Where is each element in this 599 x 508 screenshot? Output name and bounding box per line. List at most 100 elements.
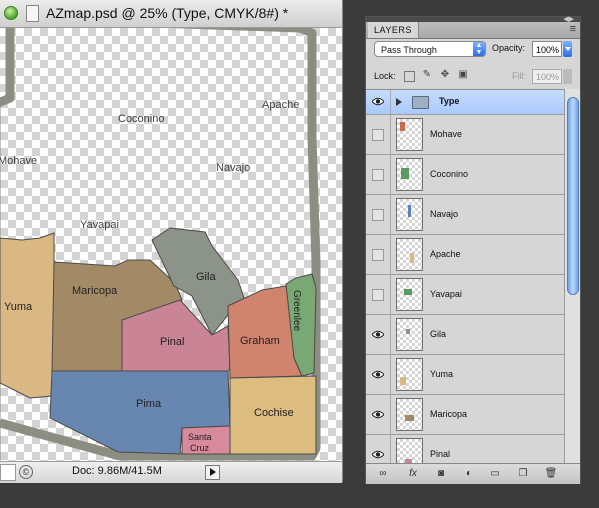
- layer-row[interactable]: Yuma: [366, 355, 564, 395]
- label-coconino: Coconino: [118, 113, 164, 125]
- link-icon[interactable]: ∞: [376, 467, 390, 480]
- visibility-toggle[interactable]: [366, 90, 391, 114]
- label-maricopa: Maricopa: [72, 285, 118, 297]
- layer-row[interactable]: Yavapai: [366, 275, 564, 315]
- window-zoom-button[interactable]: [4, 6, 18, 20]
- layer-name: Yuma: [430, 369, 454, 379]
- visibility-toggle[interactable]: [366, 355, 391, 394]
- layer-name: Coconino: [430, 169, 469, 179]
- visibility-toggle[interactable]: [366, 155, 391, 194]
- layers-panel: ◀▶ LAYERS ≡ Pass Through ▲ ▼ Opacity: 100…: [365, 16, 581, 484]
- layer-name: Yavapai: [430, 289, 462, 299]
- layer-row[interactable]: Coconino: [366, 155, 564, 195]
- layer-name: Gila: [430, 329, 447, 339]
- select-arrows-icon: ▲ ▼: [473, 42, 485, 56]
- panel-footer: ∞ fx ◙ ◐ ▭ ❐ 🗑: [366, 463, 580, 484]
- layer-thumbnail-shape: [400, 377, 406, 385]
- layer-row[interactable]: Maricopa: [366, 395, 564, 435]
- opacity-label: Opacity:: [492, 43, 526, 53]
- visibility-toggle[interactable]: [366, 435, 391, 464]
- layer-thumbnail: [396, 438, 423, 464]
- new-group-icon[interactable]: ▭: [488, 467, 502, 480]
- blend-mode-select[interactable]: Pass Through ▲ ▼: [374, 41, 486, 57]
- status-menu-arrow-icon[interactable]: [205, 465, 220, 480]
- scrollbar-thumb[interactable]: [567, 97, 579, 295]
- layer-name: Type: [439, 96, 460, 106]
- visibility-toggle[interactable]: [366, 115, 391, 154]
- layer-group-row[interactable]: Type: [366, 90, 564, 115]
- opacity-input[interactable]: 100%: [532, 41, 562, 57]
- layer-thumbnail-shape: [410, 253, 414, 263]
- fx-icon[interactable]: fx: [406, 467, 420, 480]
- fill-label: Fill:: [512, 71, 526, 81]
- layer-row[interactable]: Pinal: [366, 435, 564, 464]
- layer-thumbnail-shape: [406, 329, 410, 334]
- eye-icon: [372, 97, 384, 106]
- new-layer-icon[interactable]: ❐: [516, 467, 530, 480]
- layer-name: Maricopa: [430, 409, 468, 419]
- label-santa-cruz-line1: Santa: [188, 432, 212, 442]
- expand-triangle-icon[interactable]: [396, 98, 402, 106]
- blend-mode-value: Pass Through: [381, 45, 437, 55]
- layer-thumbnail: [396, 158, 423, 191]
- label-cochise: Cochise: [254, 407, 294, 419]
- lock-image-icon[interactable]: ✎: [421, 69, 433, 81]
- hidden-visibility-box: [372, 289, 384, 301]
- tab-layers[interactable]: LAYERS: [368, 22, 419, 38]
- visibility-toggle[interactable]: [366, 395, 391, 434]
- eye-icon: [372, 450, 384, 459]
- layer-thumbnail: [396, 318, 423, 351]
- lock-position-icon[interactable]: ✥: [439, 69, 451, 81]
- label-navajo: Navajo: [216, 162, 250, 174]
- hidden-visibility-box: [372, 129, 384, 141]
- fill-dropdown-icon[interactable]: [563, 69, 572, 84]
- trash-icon[interactable]: 🗑: [544, 467, 558, 480]
- layer-thumbnail-shape: [404, 289, 412, 295]
- label-yavapai: Yavapai: [80, 219, 119, 231]
- zoom-level-field[interactable]: [0, 464, 16, 481]
- lock-all-icon[interactable]: ▣: [457, 69, 469, 81]
- label-graham: Graham: [240, 335, 280, 347]
- layer-thumbnail: [396, 118, 423, 151]
- document-icon: [26, 5, 39, 22]
- label-santa-cruz-line2: Cruz: [190, 443, 210, 453]
- panel-tab-bar: LAYERS ≡: [366, 22, 580, 39]
- visibility-toggle[interactable]: [366, 195, 391, 234]
- lock-transparent-icon[interactable]: [404, 71, 415, 82]
- document-title-bar[interactable]: AZmap.psd @ 25% (Type, CMYK/8#) *: [0, 0, 342, 28]
- opacity-dropdown-icon[interactable]: [563, 41, 572, 57]
- county-yuma[interactable]: [0, 232, 55, 399]
- layer-row[interactable]: Navajo: [366, 195, 564, 235]
- fill-input[interactable]: 100%: [532, 69, 562, 84]
- visibility-toggle[interactable]: [366, 275, 391, 314]
- eye-icon: [372, 370, 384, 379]
- label-gila: Gila: [196, 271, 216, 283]
- layers-scrollbar[interactable]: [564, 89, 580, 463]
- layer-row[interactable]: Apache: [366, 235, 564, 275]
- layer-thumbnail: [396, 278, 423, 311]
- layer-thumbnail: [396, 238, 423, 271]
- layer-name: Mohave: [430, 129, 463, 139]
- label-greenlee: Greenlee: [291, 290, 302, 332]
- layer-name: Navajo: [430, 209, 459, 219]
- visibility-toggle[interactable]: [366, 315, 391, 354]
- label-mohave: Mohave: [0, 155, 37, 167]
- mask-icon[interactable]: ◙: [434, 467, 448, 480]
- document-size-info: Doc: 9.86M/41.5M: [72, 465, 162, 477]
- panel-menu-icon[interactable]: ≡: [570, 23, 576, 35]
- document-window: AZmap.psd @ 25% (Type, CMYK/8#) * Apache…: [0, 0, 343, 483]
- hidden-visibility-box: [372, 169, 384, 181]
- eye-icon: [372, 330, 384, 339]
- layer-thumbnail-shape: [401, 168, 409, 179]
- layer-thumbnail: [396, 198, 423, 231]
- hidden-visibility-box: [372, 249, 384, 261]
- layer-row[interactable]: Gila: [366, 315, 564, 355]
- layer-row[interactable]: Mohave: [366, 115, 564, 155]
- layers-list: Type Mohave Coconino Navajo Apache Yavapai Gil…: [366, 89, 564, 464]
- lock-label: Lock:: [374, 71, 396, 81]
- visibility-toggle[interactable]: [366, 235, 391, 274]
- status-info-icon[interactable]: ©: [19, 465, 33, 479]
- canvas[interactable]: Apache Coconino Mohave Navajo Yavapai Gi…: [0, 28, 342, 461]
- document-title: AZmap.psd @ 25% (Type, CMYK/8#) *: [46, 5, 289, 21]
- adjustment-icon[interactable]: ◐: [462, 467, 476, 480]
